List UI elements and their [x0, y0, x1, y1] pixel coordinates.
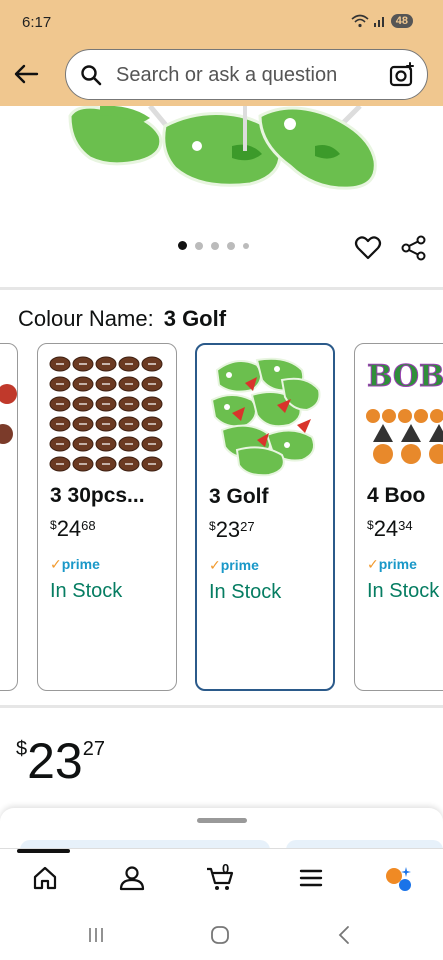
sheet-drag-handle[interactable] — [197, 818, 247, 823]
variant-price: $2327 — [209, 517, 255, 542]
status-icons: 48 — [351, 14, 413, 28]
status-bar: 6:17 48 — [0, 0, 443, 44]
bottom-nav: 0 — [0, 848, 443, 906]
carousel-dot — [195, 241, 203, 250]
variant-price: $2468 — [50, 516, 96, 541]
variant-card[interactable]: 3 30pcs... $2468 ✓prime In Stock — [37, 343, 177, 691]
home-system-icon[interactable] — [209, 924, 231, 946]
account-icon[interactable] — [117, 863, 147, 893]
variant-card[interactable]: BOBO 4 Boo $2434 ✓prime In Stock — [354, 343, 443, 691]
search-input[interactable]: Search or ask a question — [65, 49, 428, 100]
system-nav-bar — [0, 906, 443, 960]
battery-indicator: 48 — [390, 14, 413, 28]
variant-thumbnail — [210, 357, 321, 477]
variant-price: $2434 — [367, 516, 413, 541]
product-image[interactable] — [0, 106, 443, 228]
back-button[interactable] — [10, 58, 42, 90]
camera-icon[interactable] — [389, 62, 415, 88]
cart-icon[interactable] — [205, 863, 235, 893]
menu-icon[interactable] — [296, 863, 326, 893]
colour-name-heading: Colour Name: — [18, 306, 154, 331]
heart-icon[interactable] — [354, 234, 382, 262]
arrow-left-icon — [14, 64, 39, 84]
stock-status: In Stock — [209, 581, 282, 603]
search-placeholder: Search or ask a question — [116, 64, 338, 86]
variant-card-partial[interactable] — [0, 343, 18, 691]
prime-badge: ✓prime — [50, 556, 100, 572]
section-divider — [0, 287, 443, 290]
variant-title: 3 30pcs... — [50, 484, 145, 507]
variant-thumbnail — [0, 384, 17, 444]
back-system-icon[interactable] — [333, 924, 355, 946]
carousel-dot — [243, 242, 249, 249]
search-icon — [81, 65, 102, 86]
home-icon[interactable] — [30, 863, 60, 893]
colour-name-label: Colour Name: 3 Golf — [18, 306, 226, 332]
carousel-dot — [211, 241, 219, 250]
prime-badge: ✓prime — [209, 557, 259, 573]
recent-apps-icon[interactable] — [85, 924, 107, 946]
rufus-icon[interactable] — [383, 863, 413, 893]
nav-active-indicator — [17, 849, 70, 853]
variant-thumbnail: BOBO — [366, 359, 443, 464]
colour-name-value: 3 Golf — [163, 306, 227, 331]
product-price: $2327 — [16, 733, 105, 789]
svg-text:BOBO: BOBO — [367, 359, 443, 394]
status-time: 6:17 — [22, 14, 52, 31]
section-divider — [0, 705, 443, 708]
share-icon[interactable] — [400, 234, 428, 262]
signal-icon — [373, 17, 384, 27]
variant-thumbnail — [49, 356, 163, 472]
variant-title: 4 Boo — [367, 484, 426, 507]
variant-card-selected[interactable]: 3 Golf $2327 ✓prime In Stock — [195, 343, 335, 691]
carousel-dot — [227, 241, 235, 250]
golf-picks-image — [68, 106, 377, 190]
carousel-dot — [178, 241, 187, 250]
stock-status: In Stock — [367, 580, 440, 602]
cart-count: 0 — [222, 861, 230, 876]
stock-status: In Stock — [50, 580, 123, 602]
prime-badge: ✓prime — [367, 556, 417, 572]
image-carousel-dots — [178, 241, 249, 250]
variant-title: 3 Golf — [209, 485, 269, 508]
wifi-icon — [351, 14, 369, 28]
top-header: 6:17 48 Search or ask a question — [0, 0, 443, 106]
variant-carousel[interactable]: 3 30pcs... $2468 ✓prime In Stock 3 Golf … — [0, 343, 443, 693]
